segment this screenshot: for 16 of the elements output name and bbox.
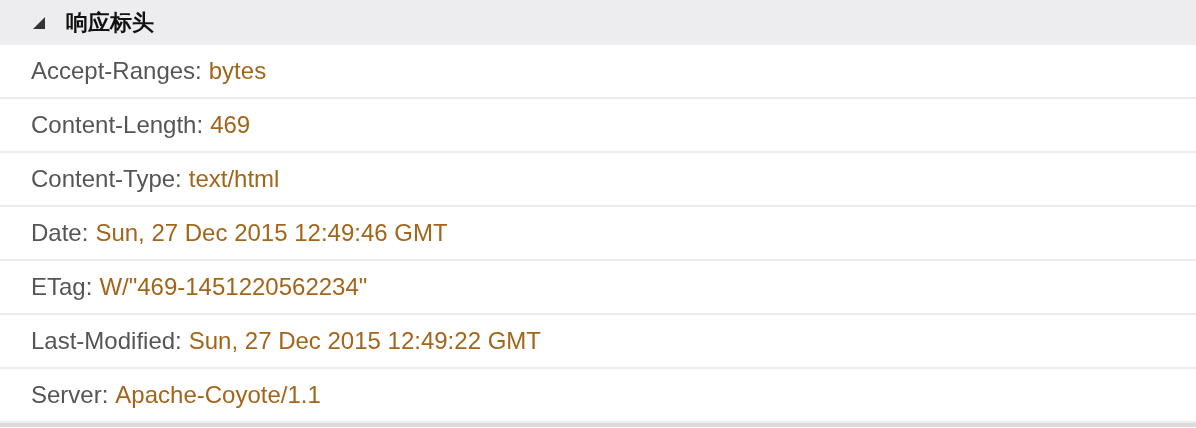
header-name: Content-Type:: [31, 165, 182, 193]
header-value: W/"469-1451220562234": [99, 273, 368, 301]
section-header[interactable]: 响应标头: [0, 0, 1196, 45]
header-name: Accept-Ranges:: [31, 57, 202, 85]
header-value: text/html: [188, 165, 280, 193]
header-name: Server:: [31, 381, 109, 409]
header-value: Apache-Coyote/1.1: [115, 381, 321, 409]
header-value: bytes: [208, 57, 267, 85]
section-title: 响应标头: [66, 8, 154, 37]
header-value: 469: [210, 111, 251, 139]
header-value: Sun, 27 Dec 2015 12:49:46 GMT: [95, 219, 448, 247]
header-name: Date:: [31, 219, 89, 247]
header-name: Last-Modified:: [31, 327, 182, 355]
header-name: Content-Length:: [31, 111, 204, 139]
header-name: ETag:: [31, 273, 93, 301]
header-value: Sun, 27 Dec 2015 12:49:22 GMT: [188, 327, 541, 355]
